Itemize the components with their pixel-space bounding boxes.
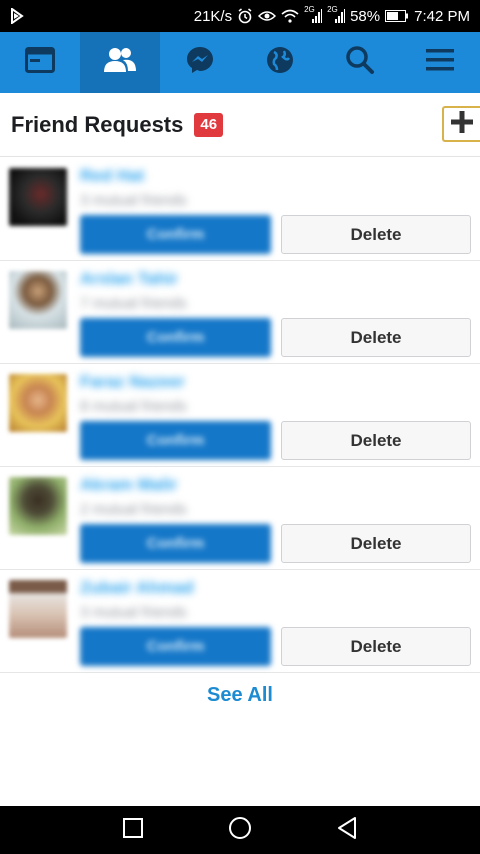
- network-speed: 21K/s: [193, 7, 233, 25]
- avatar[interactable]: [9, 168, 67, 226]
- list-item: Zubair Ahmad 3 mutual friends Confirm De…: [0, 570, 480, 673]
- avatar[interactable]: [9, 374, 67, 432]
- battery-percent: 58%: [350, 7, 381, 25]
- delete-button[interactable]: Delete: [281, 215, 471, 254]
- see-all-link[interactable]: See All: [0, 684, 480, 707]
- request-name[interactable]: Faraz Nazeer: [80, 372, 185, 392]
- clock: 7:42 PM: [414, 7, 470, 25]
- request-name[interactable]: Red Hat: [80, 166, 144, 186]
- confirm-button[interactable]: Confirm: [80, 421, 271, 460]
- back-button[interactable]: [317, 806, 377, 854]
- alarm-icon: [237, 8, 253, 24]
- friends-icon: [103, 46, 137, 79]
- news-feed-icon: [25, 47, 55, 78]
- confirm-button[interactable]: Confirm: [80, 524, 271, 563]
- plus-icon: [451, 110, 473, 138]
- list-item: Arslan Tahir 7 mutual friends Confirm De…: [0, 261, 480, 364]
- square-icon: [123, 817, 144, 843]
- eye-comfort-icon: [258, 9, 277, 23]
- search-icon: [345, 45, 375, 80]
- request-name[interactable]: Akram Malir: [80, 475, 177, 495]
- circle-icon: [228, 816, 252, 845]
- messenger-icon: [185, 45, 215, 80]
- nav-friends[interactable]: [80, 32, 160, 93]
- signal-2-icon: 2G: [327, 5, 346, 23]
- avatar[interactable]: [9, 477, 67, 535]
- mutual-friends: 3 mutual friends: [80, 192, 187, 209]
- list-item: Akram Malir 2 mutual friends Confirm Del…: [0, 467, 480, 570]
- confirm-button[interactable]: Confirm: [80, 627, 271, 666]
- list-item: Red Hat 3 mutual friends Confirm Delete: [0, 158, 480, 261]
- delete-button[interactable]: Delete: [281, 524, 471, 563]
- add-friend-button[interactable]: [442, 106, 480, 142]
- confirm-button[interactable]: Confirm: [80, 318, 271, 357]
- delete-button[interactable]: Delete: [281, 627, 471, 666]
- mutual-friends: 3 mutual friends: [80, 604, 187, 621]
- avatar[interactable]: [9, 580, 67, 638]
- signal-1-icon: 2G: [304, 5, 323, 23]
- nav-menu[interactable]: [400, 32, 480, 93]
- mutual-friends: 2 mutual friends: [80, 501, 187, 518]
- mutual-friends: 7 mutual friends: [80, 295, 187, 312]
- wifi-icon: [281, 9, 299, 23]
- nav-notifications[interactable]: [240, 32, 320, 93]
- request-name[interactable]: Zubair Ahmad: [80, 578, 194, 598]
- home-button[interactable]: [210, 806, 270, 854]
- app-notification-icon: [10, 8, 24, 24]
- triangle-back-icon: [336, 816, 358, 845]
- nav-news-feed[interactable]: [0, 32, 80, 93]
- friend-requests-header: Friend Requests 46: [0, 93, 480, 157]
- avatar[interactable]: [9, 271, 67, 329]
- list-item: Faraz Nazeer 8 mutual friends Confirm De…: [0, 364, 480, 467]
- confirm-button[interactable]: Confirm: [80, 215, 271, 254]
- delete-button[interactable]: Delete: [281, 421, 471, 460]
- friend-request-list: Red Hat 3 mutual friends Confirm Delete …: [0, 158, 480, 673]
- globe-icon: [265, 45, 295, 80]
- request-count-badge: 46: [194, 112, 224, 137]
- nav-search[interactable]: [320, 32, 400, 93]
- page-title: Friend Requests: [11, 111, 184, 137]
- system-nav-bar: [0, 806, 480, 854]
- battery-icon: [385, 10, 409, 22]
- nav-messenger[interactable]: [160, 32, 240, 93]
- status-bar: 21K/s 2G 2G 58% 7:42 PM: [0, 0, 480, 32]
- delete-button[interactable]: Delete: [281, 318, 471, 357]
- mutual-friends: 8 mutual friends: [80, 398, 187, 415]
- request-name[interactable]: Arslan Tahir: [80, 269, 178, 289]
- menu-icon: [426, 48, 454, 77]
- top-nav: [0, 32, 480, 93]
- recent-apps-button[interactable]: [103, 806, 163, 854]
